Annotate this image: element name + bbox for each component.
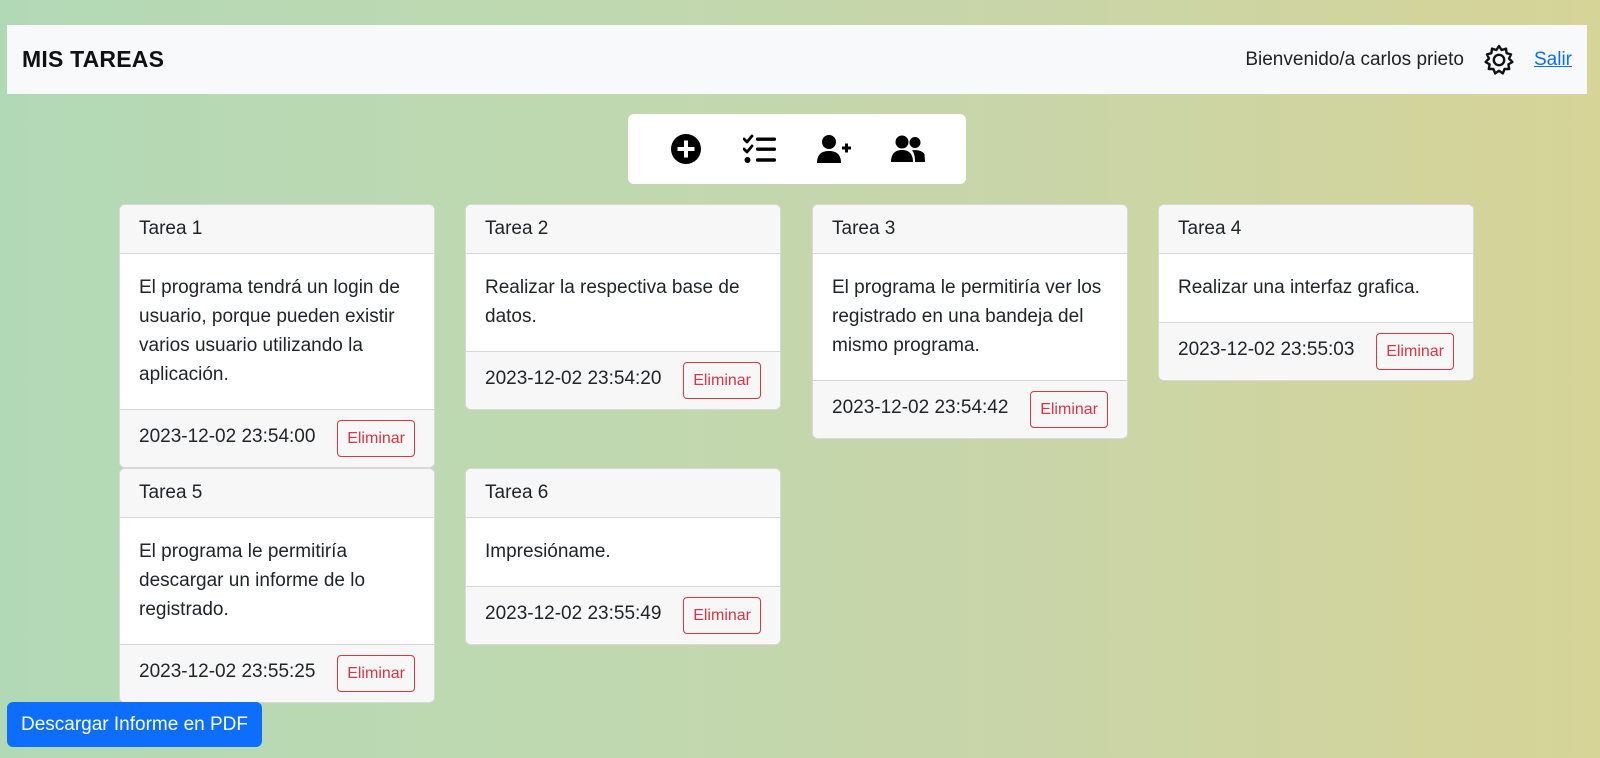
download-pdf-button[interactable]: Descargar Informe en PDF [7, 702, 262, 747]
task-description: Impresióname. [485, 541, 611, 562]
task-card: Tarea 3 El programa le permitiría ver lo… [812, 204, 1128, 439]
navbar-right: Bienvenido/a carlos prieto Salir [1245, 43, 1572, 77]
task-footer: 2023-12-02 23:55:49 Eliminar [466, 586, 780, 644]
task-date: 2023-12-02 23:54:42 [832, 396, 1009, 418]
task-title: Tarea 4 [1159, 205, 1473, 254]
task-footer: 2023-12-02 23:54:20 Eliminar [466, 351, 780, 409]
welcome-text: Bienvenido/a carlos prieto [1245, 48, 1464, 70]
task-card: Tarea 2 Realizar la respectiva base de d… [465, 204, 781, 410]
task-date: 2023-12-02 23:54:20 [485, 367, 662, 389]
task-description: El programa tendrá un login de usuario, … [139, 277, 400, 385]
task-description: El programa le permitiría ver los regist… [832, 277, 1102, 356]
task-description: Realizar la respectiva base de datos. [485, 277, 740, 327]
delete-button[interactable]: Eliminar [337, 420, 415, 457]
delete-button[interactable]: Eliminar [683, 362, 761, 399]
top-navbar: MIS TAREAS Bienvenido/a carlos prieto Sa… [7, 25, 1587, 94]
task-card: Tarea 1 El programa tendrá un login de u… [119, 204, 435, 468]
task-title: Tarea 6 [466, 469, 780, 518]
task-title: Tarea 3 [813, 205, 1127, 254]
task-title: Tarea 2 [466, 205, 780, 254]
task-date: 2023-12-02 23:55:49 [485, 602, 662, 624]
action-toolbar [628, 114, 966, 184]
task-date: 2023-12-02 23:54:00 [139, 425, 316, 447]
task-description: Realizar una interfaz grafica. [1178, 277, 1420, 298]
gear-icon[interactable] [1482, 43, 1516, 77]
task-footer: 2023-12-02 23:55:25 Eliminar [120, 644, 434, 702]
task-title: Tarea 1 [120, 205, 434, 254]
task-card: Tarea 5 El programa le permitiría descar… [119, 468, 435, 703]
task-card: Tarea 6 Impresióname. 2023-12-02 23:55:4… [465, 468, 781, 645]
task-date: 2023-12-02 23:55:03 [1178, 338, 1355, 360]
user-plus-icon[interactable] [816, 131, 852, 167]
delete-button[interactable]: Eliminar [683, 597, 761, 634]
delete-button[interactable]: Eliminar [1376, 333, 1454, 370]
users-icon[interactable] [890, 131, 926, 167]
delete-button[interactable]: Eliminar [1030, 391, 1108, 428]
checklist-icon[interactable] [742, 131, 778, 167]
delete-button[interactable]: Eliminar [337, 655, 415, 692]
task-title: Tarea 5 [120, 469, 434, 518]
task-footer: 2023-12-02 23:54:42 Eliminar [813, 380, 1127, 438]
task-description: El programa le permitiría descargar un i… [139, 541, 366, 620]
plus-circle-icon[interactable] [668, 131, 704, 167]
task-footer: 2023-12-02 23:54:00 Eliminar [120, 409, 434, 467]
app-title: MIS TAREAS [22, 46, 165, 72]
task-card: Tarea 4 Realizar una interfaz grafica. 2… [1158, 204, 1474, 381]
task-date: 2023-12-02 23:55:25 [139, 660, 316, 682]
logout-link[interactable]: Salir [1534, 49, 1572, 71]
task-footer: 2023-12-02 23:55:03 Eliminar [1159, 322, 1473, 380]
